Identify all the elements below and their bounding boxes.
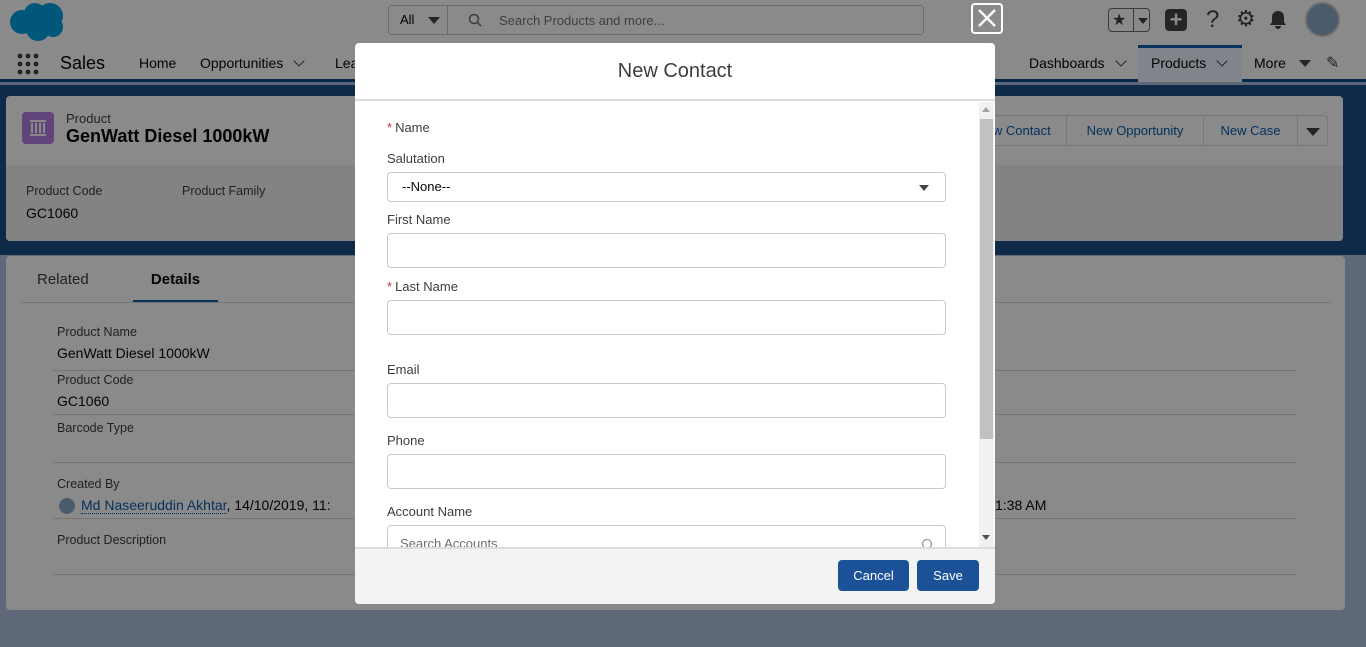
- search-icon: [921, 538, 933, 547]
- last-name-label: * Last Name: [387, 279, 458, 294]
- first-name-input[interactable]: [387, 233, 946, 268]
- save-button[interactable]: Save: [917, 560, 979, 591]
- new-contact-modal: New Contact * Name Salutation --None-- Fi…: [355, 43, 995, 604]
- email-input[interactable]: [387, 383, 946, 418]
- modal-scrollbar[interactable]: [979, 102, 994, 547]
- scrollbar-thumb[interactable]: [980, 119, 993, 439]
- last-name-input[interactable]: [387, 300, 946, 335]
- phone-input[interactable]: [387, 454, 946, 489]
- account-placeholder: Search Accounts: [400, 536, 498, 547]
- salutation-label: Salutation: [387, 151, 445, 166]
- close-modal-button[interactable]: [971, 3, 1003, 34]
- phone-label: Phone: [387, 433, 425, 448]
- close-icon: [978, 9, 996, 27]
- account-search-input[interactable]: Search Accounts: [387, 525, 946, 547]
- caret-down-icon: [919, 185, 929, 191]
- name-label: * Name: [387, 120, 430, 135]
- salutation-select[interactable]: --None--: [387, 172, 946, 202]
- modal-title: New Contact: [355, 43, 995, 101]
- salutation-value: --None--: [402, 179, 451, 194]
- cancel-button[interactable]: Cancel: [838, 560, 909, 591]
- email-label: Email: [387, 362, 420, 377]
- first-name-label: First Name: [387, 212, 451, 227]
- account-name-label: Account Name: [387, 504, 473, 519]
- modal-body: * Name Salutation --None-- First Name * La…: [355, 102, 995, 547]
